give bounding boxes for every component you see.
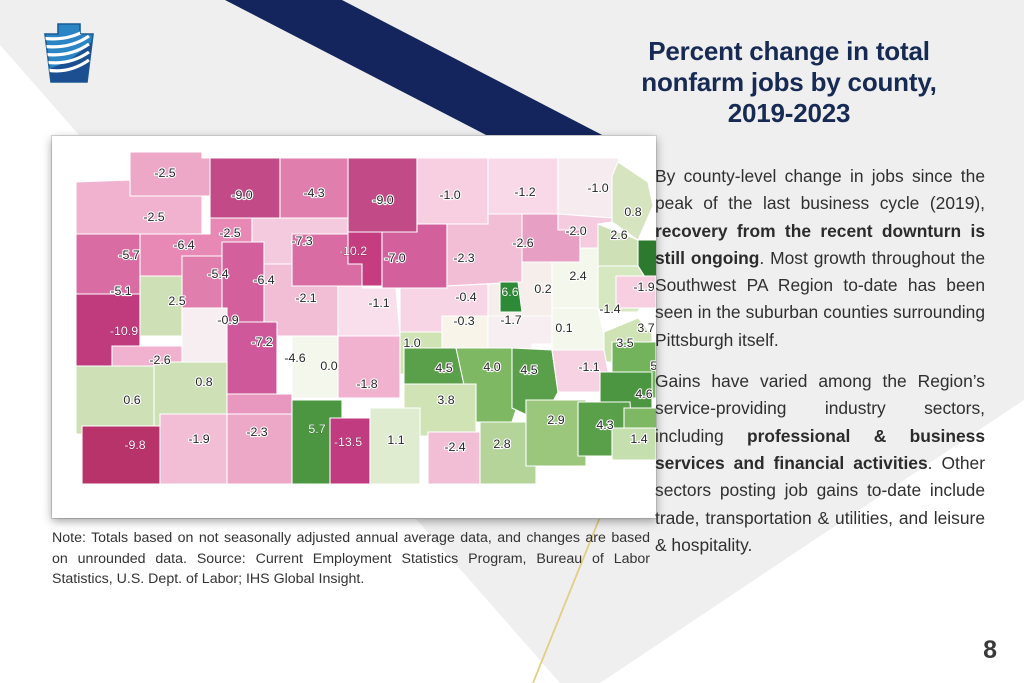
county-value-label: -1.9 bbox=[633, 280, 654, 294]
county-value-label: -1.9 bbox=[188, 432, 209, 446]
county-value-label: -2.6 bbox=[512, 236, 533, 250]
county-value-label: 2.8 bbox=[493, 437, 510, 451]
county-value-label: -2.5 bbox=[219, 226, 240, 240]
p1-part-a: By county-level change in jobs since the… bbox=[655, 166, 985, 214]
county-value-label: -6.4 bbox=[253, 273, 274, 287]
page-number: 8 bbox=[983, 636, 997, 664]
county-value-label: -2.1 bbox=[295, 291, 316, 305]
county-value-label: -1.8 bbox=[356, 377, 377, 391]
county-value-label: 6.6 bbox=[501, 285, 518, 299]
county-value-label: -6.4 bbox=[173, 238, 194, 252]
county-value-label: 3.8 bbox=[437, 393, 454, 407]
county-value-label: -1.0 bbox=[587, 181, 608, 195]
county-value-label: 1.4 bbox=[630, 432, 647, 446]
county-value-label: -13.5 bbox=[334, 435, 362, 449]
county-value-label: -9.0 bbox=[372, 193, 393, 207]
title-line-3: 2019-2023 bbox=[727, 98, 851, 128]
county-value-label: -0.9 bbox=[217, 313, 238, 327]
pennsylvania-keystone-logo-icon bbox=[27, 12, 111, 96]
paragraph-2: Gains have varied among the Region’s ser… bbox=[655, 368, 985, 559]
body-text-column: By county-level change in jobs since the… bbox=[655, 163, 985, 559]
county-value-label: 1.0 bbox=[403, 336, 420, 350]
county-value-label: -1.1 bbox=[368, 296, 389, 310]
county-value-label: 0.0 bbox=[320, 359, 337, 373]
paragraph-1: By county-level change in jobs since the… bbox=[655, 163, 985, 354]
county-value-label: 2.6 bbox=[610, 228, 627, 242]
county-value-label: -2.4 bbox=[444, 440, 465, 454]
county-value-label: 0.8 bbox=[624, 205, 641, 219]
county-value-label: -4.3 bbox=[303, 186, 324, 200]
county-value-label: -0.4 bbox=[455, 290, 476, 304]
county-value-label: -2.5 bbox=[143, 210, 164, 224]
county-value-label: 2.5 bbox=[168, 294, 185, 308]
county-value-label: 1.1 bbox=[387, 433, 404, 447]
county-value-label: 0.1 bbox=[555, 321, 572, 335]
county-value-label: 0.2 bbox=[534, 282, 551, 296]
county-value-label: 5.7 bbox=[308, 422, 325, 436]
county-value-label: -1.7 bbox=[500, 313, 521, 327]
county-value-label: -1.0 bbox=[439, 188, 460, 202]
county-value-label: 0.6 bbox=[123, 393, 140, 407]
county-value-label: -1.1 bbox=[578, 360, 599, 374]
county-value-label: -0.3 bbox=[453, 314, 474, 328]
county-value-label: 4.0 bbox=[483, 360, 500, 374]
page-title: Percent change in total nonfarm jobs by … bbox=[566, 36, 1012, 129]
county-value-label: -4.6 bbox=[284, 351, 305, 365]
county-value-label: -7.0 bbox=[384, 251, 405, 265]
county-value-label: 3.7 bbox=[637, 321, 654, 335]
county-value-label: 2.9 bbox=[547, 413, 564, 427]
county-value-label: 3.5 bbox=[616, 336, 633, 350]
title-line-1: Percent change in total bbox=[648, 36, 930, 66]
county-value-label: -10.9 bbox=[110, 324, 138, 338]
county-value-label: -9.8 bbox=[124, 438, 145, 452]
county-value-label: 4.5 bbox=[520, 363, 537, 377]
source-note: Note: Totals based on not seasonally adj… bbox=[52, 530, 650, 587]
county-value-label: 4.6 bbox=[635, 387, 652, 401]
county-value-label: -2.3 bbox=[246, 425, 267, 439]
title-line-2: nonfarm jobs by county, bbox=[641, 67, 937, 97]
county-value-label: -2.3 bbox=[453, 251, 474, 265]
county-value-label: -1.4 bbox=[599, 302, 620, 316]
pennsylvania-county-map: -2.5 -9.0 -4.3 -9.0 -1.0 -1.2 -1.0 -2.5 0.8 -2.5-… bbox=[52, 136, 656, 518]
county-value-label: 4.5 bbox=[435, 361, 452, 375]
county-value-label: -7.2 bbox=[251, 335, 272, 349]
county-value-label: -5.7 bbox=[118, 248, 139, 262]
county-shapes bbox=[75, 151, 656, 485]
county-value-label: -2.0 bbox=[565, 224, 586, 238]
county-value-label: 2.4 bbox=[569, 269, 586, 283]
county-value-label: -5.4 bbox=[207, 267, 228, 281]
county-value-label: 0.8 bbox=[195, 375, 212, 389]
county-value-label: -9.0 bbox=[231, 188, 252, 202]
county-value-label: -10.2 bbox=[339, 244, 367, 258]
county-value-label: -5.1 bbox=[110, 284, 131, 298]
county-value-label: -2.6 bbox=[149, 353, 170, 367]
county-value-label: -1.2 bbox=[514, 185, 535, 199]
county-value-label: -2.5 bbox=[154, 166, 175, 180]
county-value-label: -7.3 bbox=[291, 234, 312, 248]
county-value-label: 4.3 bbox=[596, 418, 613, 432]
